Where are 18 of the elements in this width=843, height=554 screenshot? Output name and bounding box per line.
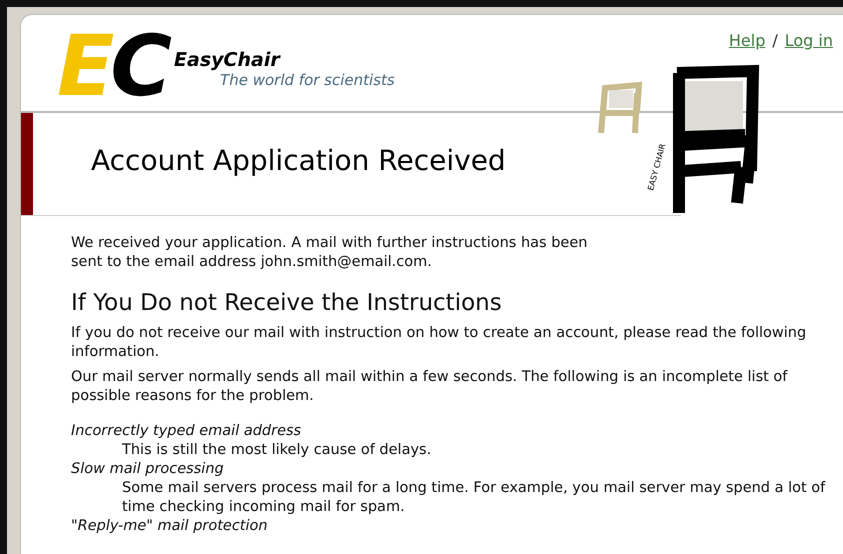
reason-term: "Reply-me" mail protection: [71, 517, 269, 536]
header-link[interactable]: Help: [728, 31, 766, 50]
intro-text: sent to the email address john.smith@email.com.: [71, 253, 432, 272]
reason-term: Incorrectly typed email address: [71, 422, 302, 441]
link-separator: /: [772, 31, 778, 50]
reason-description: This is still the most likely cause of delays.: [122, 441, 432, 460]
section-heading: If You Do not Receive the Instructions: [71, 289, 503, 318]
logo-tagline: The world for scientists: [220, 71, 395, 89]
logo-name: EasyChair: [174, 49, 282, 71]
page-title: Account Application Received: [91, 144, 506, 178]
paragraph: Our mail server normally sends all mail within a few seconds. The following is an incomplete list of possible reasons for the problem.: [71, 368, 789, 406]
chair-drawing: EASY CHAIR: [591, 63, 771, 213]
logo-letter: E: [57, 21, 114, 111]
header-link[interactable]: Log in: [784, 31, 833, 50]
reason-term: Slow mail processing: [71, 460, 225, 479]
intro-text: We received your application. A mail with further instructions has been: [71, 234, 588, 253]
paragraph: If you do not receive our mail with instruction on how to create an account, please read the following information.: [71, 324, 808, 362]
reason-description: Some mail servers process mail for a long time. For example, you mail server may spend a lot of time checking incoming mail for spam.: [122, 479, 826, 517]
